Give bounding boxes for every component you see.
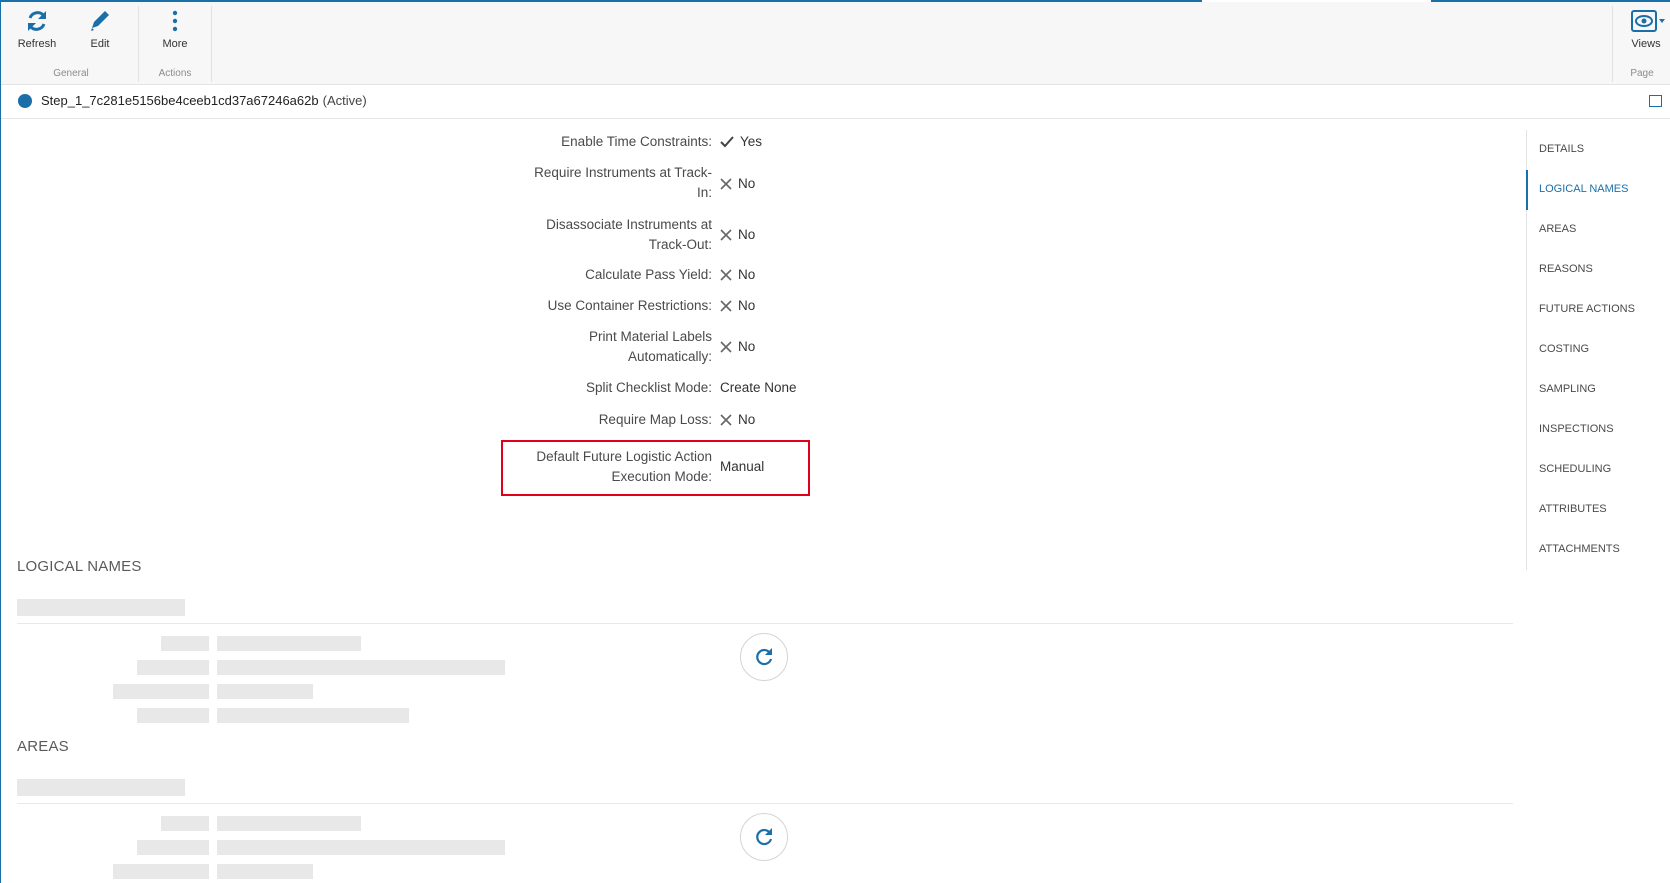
nav-item-sampling[interactable]: SAMPLING bbox=[1539, 383, 1596, 395]
property-value: No bbox=[720, 296, 755, 316]
property-value: No bbox=[720, 265, 755, 285]
skeleton-placeholder bbox=[217, 684, 313, 699]
skeleton-placeholder bbox=[137, 708, 209, 723]
nav-item-areas[interactable]: AREAS bbox=[1539, 223, 1576, 235]
property-label: Disassociate Instruments at Track-Out: bbox=[546, 217, 712, 252]
ribbon-separator bbox=[138, 6, 139, 82]
skeleton-placeholder bbox=[161, 636, 209, 651]
nav-active-indicator bbox=[1526, 170, 1528, 210]
skeleton-placeholder bbox=[137, 660, 209, 675]
x-icon bbox=[720, 229, 732, 241]
edit-label: Edit bbox=[90, 38, 110, 50]
check-icon bbox=[720, 136, 734, 148]
refresh-label: Refresh bbox=[17, 38, 57, 50]
skeleton-placeholder bbox=[217, 816, 361, 831]
expand-icon[interactable] bbox=[1649, 95, 1662, 107]
skeleton-placeholder bbox=[161, 816, 209, 831]
property-label: Print Material Labels Automatically: bbox=[588, 329, 712, 364]
skeleton-placeholder bbox=[113, 684, 209, 699]
pencil-icon bbox=[91, 11, 109, 31]
skeleton-placeholder bbox=[217, 708, 409, 723]
more-button[interactable]: More bbox=[145, 8, 205, 58]
x-icon bbox=[720, 414, 732, 426]
more-vertical-icon bbox=[172, 10, 178, 32]
nav-item-logical-names[interactable]: LOGICAL NAMES bbox=[1539, 183, 1628, 195]
entity-title-bar: Step_1_7c281e5156be4ceeb1cd37a67246a62b(… bbox=[1, 85, 1670, 119]
nav-item-details[interactable]: DETAILS bbox=[1539, 143, 1584, 155]
group-general-label: General bbox=[53, 68, 89, 79]
x-icon bbox=[720, 341, 732, 353]
reload-button[interactable] bbox=[740, 633, 788, 681]
divider bbox=[17, 803, 1513, 804]
property-label: Require Map Loss: bbox=[598, 412, 712, 427]
skeleton-placeholder bbox=[17, 599, 185, 616]
section-title-areas: AREAS bbox=[17, 738, 69, 755]
property-value: No bbox=[720, 174, 755, 194]
group-page-label: Page bbox=[1630, 68, 1654, 79]
refresh-button[interactable]: Refresh bbox=[7, 8, 67, 58]
nav-item-future-actions[interactable]: FUTURE ACTIONS bbox=[1539, 303, 1635, 315]
skeleton-placeholder bbox=[217, 660, 505, 675]
nav-item-inspections[interactable]: INSPECTIONS bbox=[1539, 423, 1614, 435]
section-title-logical-names: LOGICAL NAMES bbox=[17, 558, 142, 575]
group-actions-label: Actions bbox=[158, 68, 192, 79]
property-label: Split Checklist Mode: bbox=[585, 380, 712, 395]
entity-name: Step_1_7c281e5156be4ceeb1cd37a67246a62b bbox=[41, 93, 319, 108]
skeleton-placeholder bbox=[217, 864, 313, 879]
status-dot bbox=[18, 94, 32, 108]
highlight-box bbox=[501, 440, 810, 496]
edit-button[interactable]: Edit bbox=[70, 8, 130, 58]
property-value: No bbox=[720, 337, 755, 357]
section-nav: DETAILS LOGICAL NAMES AREAS REASONS FUTU… bbox=[1526, 130, 1670, 570]
reload-icon bbox=[756, 828, 773, 846]
property-value: Yes bbox=[720, 132, 762, 152]
entity-status: (Active) bbox=[322, 93, 367, 108]
entity-title: Step_1_7c281e5156be4ceeb1cd37a67246a62b(… bbox=[41, 93, 367, 108]
more-label: More bbox=[162, 38, 188, 50]
ribbon-separator bbox=[211, 6, 212, 82]
skeleton-placeholder bbox=[113, 864, 209, 879]
property-label: Enable Time Constraints: bbox=[561, 134, 712, 149]
property-value: Create None bbox=[720, 380, 797, 395]
reload-button[interactable] bbox=[740, 813, 788, 861]
x-icon bbox=[720, 178, 732, 190]
refresh-icon bbox=[28, 11, 46, 31]
ribbon-toolbar: Refresh Edit General More Actions Views … bbox=[1, 2, 1670, 85]
skeleton-placeholder bbox=[17, 779, 185, 796]
property-value: No bbox=[720, 410, 755, 430]
skeleton-placeholder bbox=[137, 840, 209, 855]
nav-item-reasons[interactable]: REASONS bbox=[1539, 263, 1593, 275]
nav-item-scheduling[interactable]: SCHEDULING bbox=[1539, 463, 1611, 475]
views-label: Views bbox=[1631, 38, 1661, 50]
x-icon bbox=[720, 269, 732, 281]
x-icon bbox=[720, 300, 732, 312]
left-accent-line bbox=[0, 0, 1, 883]
nav-item-attributes[interactable]: ATTRIBUTES bbox=[1539, 503, 1607, 515]
skeleton-placeholder bbox=[217, 840, 505, 855]
skeleton-placeholder bbox=[217, 636, 361, 651]
property-label: Calculate Pass Yield: bbox=[585, 267, 712, 282]
reload-icon bbox=[756, 648, 773, 666]
eye-icon bbox=[1631, 10, 1665, 32]
divider bbox=[17, 623, 1513, 624]
property-label: Use Container Restrictions: bbox=[547, 298, 712, 313]
views-button[interactable]: Views bbox=[1616, 8, 1670, 58]
nav-item-attachments[interactable]: ATTACHMENTS bbox=[1539, 543, 1620, 555]
property-label: Require Instruments at Track- In: bbox=[534, 165, 712, 200]
property-value: No bbox=[720, 225, 755, 245]
nav-item-costing[interactable]: COSTING bbox=[1539, 343, 1589, 355]
